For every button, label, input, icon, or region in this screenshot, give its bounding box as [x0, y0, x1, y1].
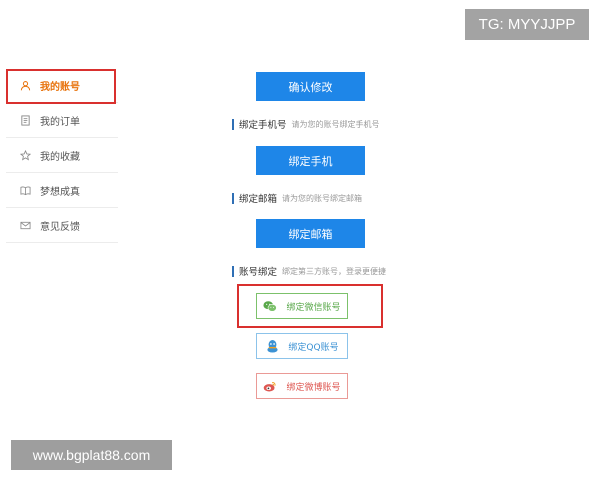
section-bar [232, 265, 234, 277]
wechat-icon [263, 299, 278, 313]
section-hint-phone: 请为您的账号绑定手机号 [291, 119, 380, 129]
qq-icon [265, 339, 279, 353]
bind-qq-button[interactable]: 绑定QQ账号 [256, 333, 348, 359]
bind-email-button[interactable]: 绑定邮箱 [256, 219, 365, 248]
weibo-icon [263, 379, 277, 393]
section-hint-social: 绑定第三方账号，登录更便捷 [282, 266, 387, 276]
bind-wechat-button[interactable]: 绑定微信账号 [256, 293, 348, 319]
watermark-bottom: www.bgplat88.com [11, 440, 172, 470]
section-bar [232, 192, 234, 204]
bind-wechat-label: 绑定微信账号 [286, 302, 341, 313]
section-phone: 绑定手机号 请为您的账号绑定手机号 [232, 117, 380, 131]
bind-phone-button[interactable]: 绑定手机 [256, 146, 365, 175]
bind-weibo-button[interactable]: 绑定微博账号 [256, 373, 348, 399]
main-content: 确认修改 绑定手机号 请为您的账号绑定手机号 绑定手机 绑定邮箱 请为您的账号绑… [0, 0, 600, 480]
section-social: 账号绑定 绑定第三方账号，登录更便捷 [232, 264, 386, 278]
watermark-top: TG: MYYJJPP [465, 9, 589, 40]
bind-qq-label: 绑定QQ账号 [288, 342, 339, 353]
bind-weibo-label: 绑定微博账号 [286, 382, 341, 393]
section-bar [232, 118, 234, 130]
section-hint-email: 请为您的账号绑定邮箱 [282, 193, 363, 203]
confirm-button[interactable]: 确认修改 [256, 72, 365, 101]
section-title-social: 账号绑定 [239, 267, 278, 278]
section-email: 绑定邮箱 请为您的账号绑定邮箱 [232, 191, 362, 205]
section-title-email: 绑定邮箱 [239, 194, 278, 205]
section-title-phone: 绑定手机号 [239, 120, 287, 131]
